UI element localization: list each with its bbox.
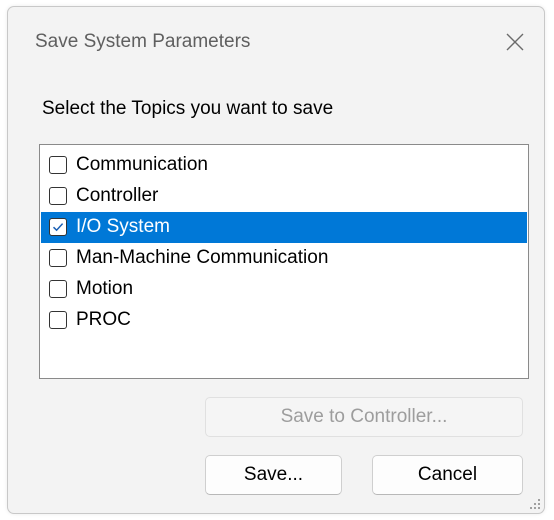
topic-item[interactable]: PROC	[41, 305, 527, 336]
topic-checkbox[interactable]	[49, 280, 67, 298]
topic-item[interactable]: Man-Machine Communication	[41, 243, 527, 274]
instruction-label: Select the Topics you want to save	[42, 98, 334, 119]
topic-checkbox[interactable]	[49, 249, 67, 267]
checkmark-icon	[52, 223, 64, 232]
topic-label: I/O System	[76, 216, 170, 237]
topic-label: Motion	[76, 278, 134, 299]
topic-checkbox[interactable]	[49, 218, 67, 236]
topics-listbox[interactable]: Communication Controller I/O System Man-Mac…	[39, 144, 529, 379]
save-system-parameters-dialog: Save System Parameters Select the Topics…	[7, 6, 545, 514]
save-to-controller-button[interactable]: Save to Controller...	[205, 397, 523, 437]
cancel-button[interactable]: Cancel	[372, 455, 523, 495]
title-bar[interactable]: Save System Parameters	[8, 7, 544, 77]
topic-item[interactable]: I/O System	[41, 212, 527, 243]
save-button[interactable]: Save...	[205, 455, 342, 495]
resize-grip-icon[interactable]	[529, 498, 541, 510]
topic-label: Man-Machine Communication	[76, 247, 329, 268]
dialog-title: Save System Parameters	[35, 31, 251, 52]
topic-label: Controller	[76, 185, 159, 206]
topic-checkbox[interactable]	[49, 187, 67, 205]
topic-item[interactable]: Communication	[41, 150, 527, 181]
close-icon	[506, 33, 524, 51]
topic-label: Communication	[76, 154, 208, 175]
topic-label: PROC	[76, 309, 131, 330]
topic-item[interactable]: Controller	[41, 181, 527, 212]
close-button[interactable]	[498, 25, 532, 59]
topic-checkbox[interactable]	[49, 156, 67, 174]
topic-item[interactable]: Motion	[41, 274, 527, 305]
topic-checkbox[interactable]	[49, 311, 67, 329]
